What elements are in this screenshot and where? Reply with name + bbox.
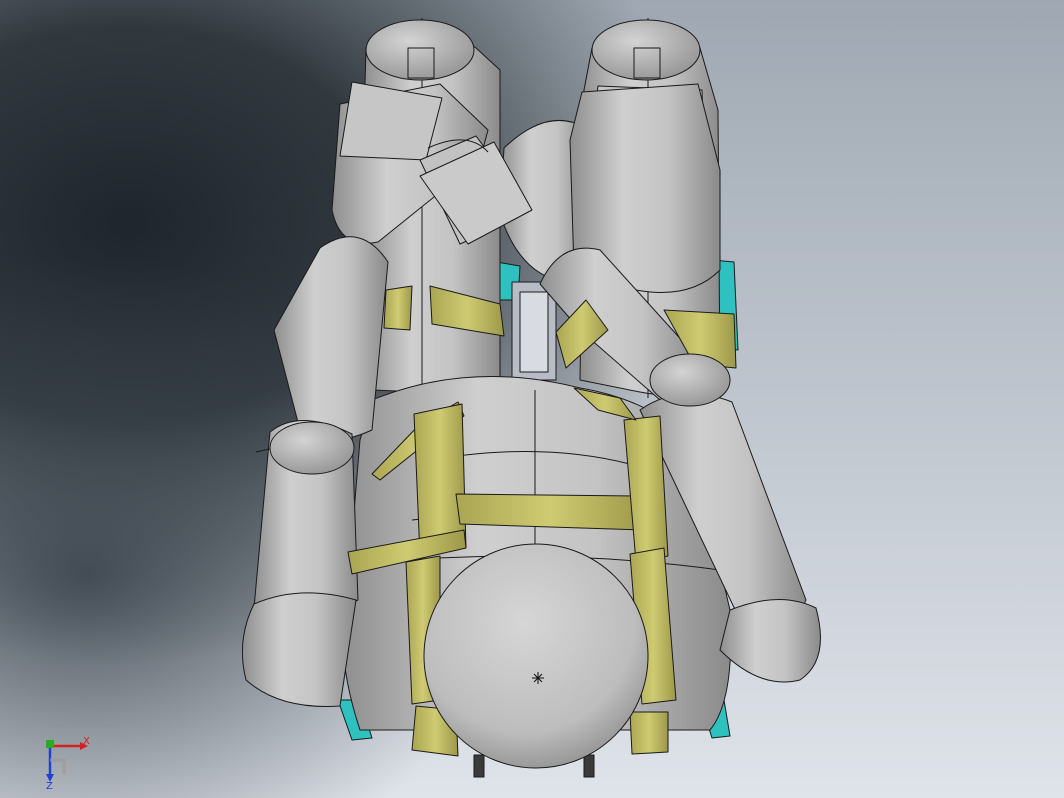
coordinate-triad: X Z xyxy=(46,736,90,790)
seat-leg-right xyxy=(583,754,595,778)
left-knee-joint xyxy=(365,19,475,81)
left-hand xyxy=(241,592,357,707)
left-upper-arm xyxy=(273,236,389,441)
z-axis-label: Z xyxy=(46,781,53,790)
right-hand xyxy=(719,599,821,683)
right-knee-joint xyxy=(591,19,701,81)
left-shoulder-joint xyxy=(269,421,355,475)
mannequin-model[interactable] xyxy=(0,0,1064,798)
mannequin-head xyxy=(423,543,649,769)
x-axis-label: X xyxy=(83,736,90,747)
cad-viewport[interactable]: X Z xyxy=(0,0,1064,798)
seat-leg-left xyxy=(473,754,485,778)
right-elbow-joint xyxy=(649,353,731,407)
